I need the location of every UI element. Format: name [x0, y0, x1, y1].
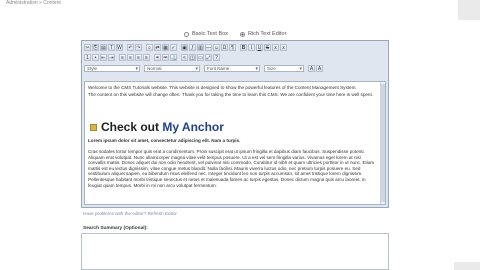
copy-icon[interactable]: ⎘	[92, 44, 99, 51]
paste-word-icon[interactable]: W	[116, 44, 123, 51]
content-heading: Check out My Anchor	[90, 120, 224, 134]
toolbar-row-2: 1 • ⇤ ⇥ ≡ ≡ ≡ ≡ ⚭ ⚮ ⚓ < ◫ ▭ ⤢ ?	[84, 53, 220, 62]
content-scrollbar[interactable]	[380, 82, 385, 204]
subscript-icon[interactable]: x	[272, 44, 279, 51]
anchor-icon[interactable]: ⚓	[170, 54, 177, 61]
editor-help-links[interactable]: Have problems with the editor? Refresh E…	[83, 211, 177, 216]
search-summary-label: Search Summary (Optional):	[83, 226, 148, 231]
preview-icon[interactable]: ◫	[189, 54, 196, 61]
frame-corner-top	[458, 0, 480, 20]
page-break-icon[interactable]: ¶	[229, 44, 236, 51]
search-summary-textarea[interactable]	[81, 233, 389, 270]
anchor-marker-icon	[90, 123, 97, 131]
template-icon[interactable]: ▭	[197, 54, 204, 61]
align-center-icon[interactable]: ≡	[127, 54, 134, 61]
heading-anchor: My Anchor	[162, 120, 224, 134]
indent-icon[interactable]: ⇥	[108, 54, 115, 61]
breadcrumb: Administration » Content	[6, 0, 61, 6]
text-color-icon[interactable]: A	[308, 65, 315, 72]
radio-basic-label[interactable]: Basic Text Box	[192, 31, 228, 37]
numbered-list-icon[interactable]: 1	[84, 54, 91, 61]
maximize-icon[interactable]: ⤢	[205, 54, 212, 61]
format-select[interactable]: Normal	[144, 65, 200, 72]
align-right-icon[interactable]: ≡	[135, 54, 142, 61]
cut-icon[interactable]: ✂	[84, 44, 91, 51]
unlink-icon[interactable]: ⚮	[162, 54, 169, 61]
link-icon[interactable]: ⚭	[154, 54, 161, 61]
lorem-lead: Lorem ipsum dolor sit amet, consectetur …	[88, 138, 241, 143]
radio-rich[interactable]	[239, 31, 245, 37]
bold-icon[interactable]: B	[240, 44, 247, 51]
radio-rich-label[interactable]: Rich Text Editor	[248, 31, 286, 37]
intro-paragraph-1: Welcome to the CMS Tutorials website. Th…	[88, 85, 357, 90]
heading-prefix: Check out	[101, 120, 160, 134]
rich-text-editor: ✂ ⎘ ▤ T W ↶ ↷ ⌕ ⇄ ▦ ✓ ▣ ƒ ▥ — ☺ Ω ¶ B I …	[81, 40, 389, 208]
size-select[interactable]: Size	[264, 65, 304, 72]
underline-icon[interactable]: U	[256, 44, 263, 51]
italic-icon[interactable]: I	[248, 44, 255, 51]
editor-content-area[interactable]: Welcome to the CMS Tutorials website. Th…	[84, 81, 386, 205]
frame-corner-bottom	[454, 262, 480, 270]
toolbar-row-1: ✂ ⎘ ▤ T W ↶ ↷ ⌕ ⇄ ▦ ✓ ▣ ƒ ▥ — ☺ Ω ¶ B I …	[84, 43, 287, 52]
lorem-body: Cras sodales tortor tempor quis erat a c…	[88, 149, 375, 188]
spellcheck-icon[interactable]: ✓	[170, 44, 177, 51]
scrollbar-thumb[interactable]	[381, 84, 385, 202]
radio-basic[interactable]	[184, 31, 189, 37]
smiley-icon[interactable]: ☺	[213, 44, 220, 51]
paste-icon[interactable]: ▤	[100, 44, 107, 51]
align-left-icon[interactable]: ≡	[119, 54, 126, 61]
undo-icon[interactable]: ↶	[127, 44, 134, 51]
about-icon[interactable]: ?	[213, 54, 220, 61]
intro-paragraph-2: The content on this website will change …	[88, 91, 374, 97]
replace-icon[interactable]: ⇄	[154, 44, 161, 51]
special-char-icon[interactable]: Ω	[221, 44, 228, 51]
style-select[interactable]: Style	[84, 65, 140, 72]
redo-icon[interactable]: ↷	[135, 44, 142, 51]
toolbar-row-3: Style Normal Font Name Size A A	[84, 64, 323, 73]
bg-color-icon[interactable]: A	[316, 65, 323, 72]
find-icon[interactable]: ⌕	[146, 44, 153, 51]
source-icon[interactable]: <	[181, 54, 188, 61]
paste-text-icon[interactable]: T	[108, 44, 115, 51]
image-icon[interactable]: ▣	[181, 44, 188, 51]
editor-mode-selector: Basic Text Box Rich Text Editor	[184, 31, 286, 37]
outdent-icon[interactable]: ⇤	[100, 54, 107, 61]
font-select[interactable]: Font Name	[204, 65, 260, 72]
table-icon[interactable]: ▥	[197, 44, 204, 51]
flash-icon[interactable]: ƒ	[189, 44, 196, 51]
bulleted-list-icon[interactable]: •	[92, 54, 99, 61]
justify-icon[interactable]: ≡	[143, 54, 150, 61]
superscript-icon[interactable]: x	[280, 44, 287, 51]
select-all-icon[interactable]: ▦	[162, 44, 169, 51]
rule-icon[interactable]: —	[205, 44, 212, 51]
strike-icon[interactable]: S	[264, 44, 271, 51]
